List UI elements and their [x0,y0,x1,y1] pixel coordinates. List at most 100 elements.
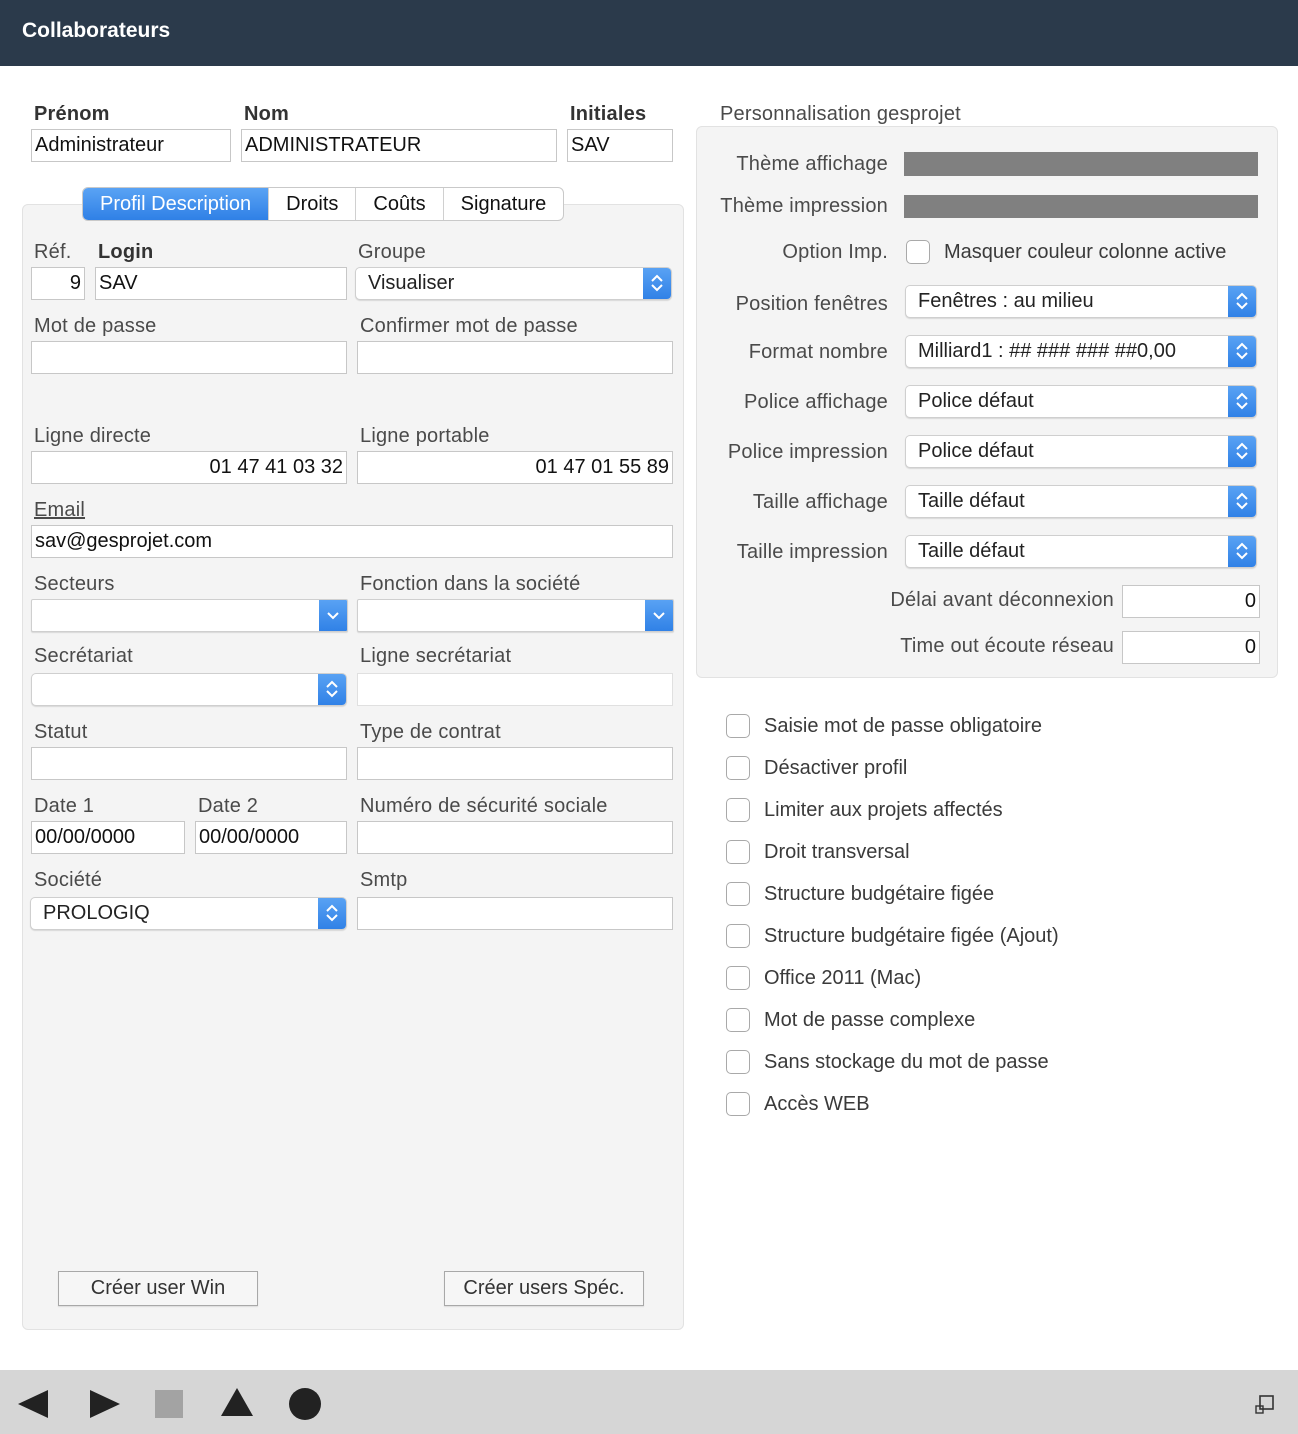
stop-icon[interactable] [154,1389,184,1419]
nom-label: Nom [244,103,290,125]
option-label: Mot de passe complexe [764,1009,976,1031]
login-input[interactable]: SAV [95,267,347,300]
option-label: Sans stockage du mot de passe [764,1051,1049,1073]
option-label: Désactiver profil [764,757,908,779]
societe-select[interactable]: PROLOGIQ [30,897,347,930]
theme-affichage-label: Thème affichage [736,153,888,175]
statut-label: Statut [34,721,88,743]
confirm-password-label: Confirmer mot de passe [360,315,578,337]
tab-bar: Profil Description Droits Coûts Signatur… [82,187,565,221]
option-checkbox[interactable] [726,798,750,822]
email-input[interactable]: sav@gesprojet.com [31,525,673,558]
timeout-label: Time out écoute réseau [900,635,1114,657]
updown-arrows-icon [318,674,346,705]
date1-input[interactable]: 00/00/0000 [31,821,185,854]
confirm-password-input[interactable] [357,341,673,374]
updown-arrows-icon [1228,536,1256,567]
tab-couts[interactable]: Coûts [356,188,444,220]
smtp-label: Smtp [360,869,408,891]
ligne-directe-input[interactable]: 01 47 41 03 32 [31,451,347,484]
create-users-spec-button[interactable]: Créer users Spéc. [444,1271,644,1306]
option-label: Accès WEB [764,1093,870,1115]
secteurs-combo[interactable] [31,599,348,632]
email-link[interactable]: Email [34,499,85,522]
position-select[interactable]: Fenêtres : au milieu [905,285,1257,318]
contrat-input[interactable] [357,747,673,780]
date2-input[interactable]: 00/00/0000 [195,821,347,854]
chevron-down-icon [319,600,347,631]
tab-profil-description[interactable]: Profil Description [83,188,270,220]
theme-impression-swatch[interactable] [904,195,1258,218]
updown-arrows-icon [1228,336,1256,367]
statut-input[interactable] [31,747,347,780]
title-bar: Collaborateurs [0,0,1298,66]
option-checkbox[interactable] [726,1050,750,1074]
ref-label: Réf. [34,241,72,263]
password-label: Mot de passe [34,315,157,337]
option-checkbox[interactable] [726,714,750,738]
ligne-portable-input[interactable]: 01 47 01 55 89 [357,451,673,484]
tab-signature[interactable]: Signature [444,188,564,220]
updown-arrows-icon [318,898,346,929]
format-select[interactable]: Milliard1 : ## ### ### ##0,00 [905,335,1257,368]
masquer-couleur-label: Masquer couleur colonne active [944,241,1227,263]
police-affichage-select[interactable]: Police défaut [905,385,1257,418]
chevron-down-icon [645,600,673,631]
ligne-secretariat-label: Ligne secrétariat [360,645,512,667]
option-checkbox[interactable] [726,840,750,864]
police-impression-select[interactable]: Police défaut [905,435,1257,468]
option-label: Droit transversal [764,841,910,863]
taille-affichage-label: Taille affichage [752,491,888,513]
taille-impression-select[interactable]: Taille défaut [905,535,1257,568]
secu-label: Numéro de sécurité sociale [360,795,608,817]
groupe-select[interactable]: Visualiser [355,267,672,300]
theme-impression-label: Thème impression [720,195,888,217]
password-input[interactable] [31,341,347,374]
theme-affichage-swatch[interactable] [904,152,1258,176]
option-checkbox[interactable] [726,1092,750,1116]
delai-input[interactable]: 0 [1122,585,1260,618]
taille-affichage-select[interactable]: Taille défaut [905,485,1257,518]
next-icon[interactable] [88,1388,122,1420]
option-checkbox[interactable] [726,924,750,948]
secretariat-select[interactable] [31,673,347,706]
ligne-directe-label: Ligne directe [34,425,152,447]
initiales-input[interactable]: SAV [567,129,673,162]
timeout-input[interactable]: 0 [1122,631,1260,664]
previous-icon[interactable] [16,1388,50,1420]
secu-input[interactable] [357,821,673,854]
window-resize-icon[interactable] [1254,1394,1276,1416]
option-label: Limiter aux projets affectés [764,799,1003,821]
option-checkbox[interactable] [726,966,750,990]
groupe-value: Visualiser [368,272,455,294]
secteurs-label: Secteurs [34,573,115,595]
prenom-input[interactable]: Administrateur [31,129,231,162]
format-label: Format nombre [748,341,888,363]
police-impression-label: Police impression [727,441,888,463]
prenom-label: Prénom [34,103,110,125]
option-checkbox[interactable] [726,882,750,906]
fonction-label: Fonction dans la société [360,573,581,595]
create-user-win-button[interactable]: Créer user Win [58,1271,258,1306]
societe-label: Société [34,869,103,891]
nom-input[interactable]: ADMINISTRATEUR [241,129,557,162]
triangle-icon[interactable] [219,1386,255,1418]
ref-input[interactable]: 9 [31,267,85,300]
updown-arrows-icon [1228,286,1256,317]
masquer-couleur-checkbox[interactable] [906,240,930,264]
circle-icon[interactable] [288,1387,322,1421]
option-checkbox[interactable] [726,756,750,780]
option-label: Saisie mot de passe obligatoire [764,715,1042,737]
updown-arrows-icon [643,268,671,299]
option-checkbox[interactable] [726,1008,750,1032]
police-affichage-label: Police affichage [743,391,888,413]
tab-droits[interactable]: Droits [269,188,357,220]
contrat-label: Type de contrat [360,721,501,743]
secretariat-label: Secrétariat [34,645,133,667]
fonction-combo[interactable] [357,599,674,632]
updown-arrows-icon [1228,436,1256,467]
smtp-input[interactable] [357,897,673,930]
option-label: Structure budgétaire figée [764,883,995,905]
position-label: Position fenêtres [735,293,888,315]
ligne-secretariat-input[interactable] [357,673,673,706]
